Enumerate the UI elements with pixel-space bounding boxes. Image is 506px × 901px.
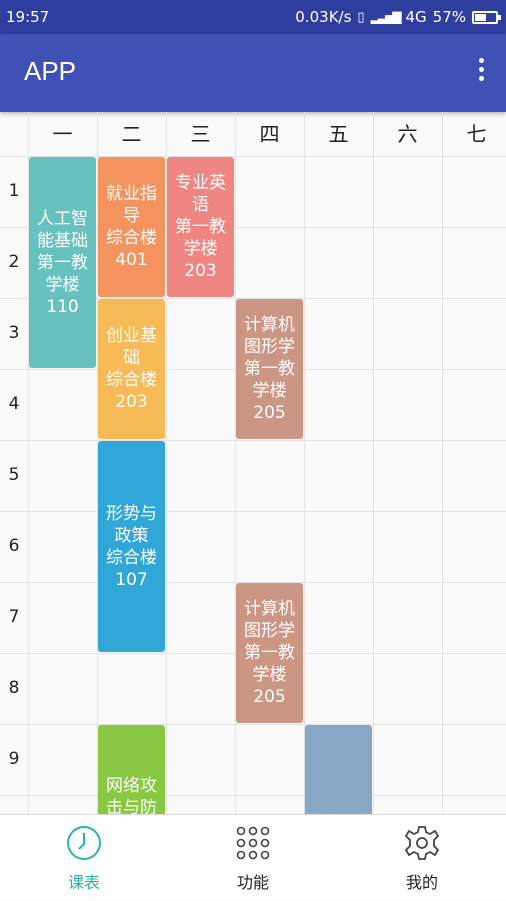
course-text: 计算机 图形学 第一教 学楼205 [237,314,302,424]
course-text: 网络攻 击与防 [106,775,157,814]
day-header: 三 [190,122,211,146]
network-speed: 0.03K/s [295,8,352,26]
course-text: 形势与 政策 综合楼 107 [106,503,157,591]
period-number: 9 [8,749,20,769]
course-text-line: 计算机 [244,599,295,619]
day-header: 二 [121,122,142,146]
course-text-line: 综合楼 [106,547,157,568]
period-number: 6 [8,536,20,556]
period-number: 3 [8,323,20,343]
nav-label-functions: 功能 [236,873,269,892]
course-text-line: 综合楼 [106,228,157,248]
nav-item-functions[interactable]: 功能 [169,815,337,901]
course-text-line: 网络攻 [106,776,157,796]
day-header: 四 [259,122,280,146]
nav-label-schedule: 课表 [67,873,100,892]
course-text: 创业基础综合楼 203 [106,325,157,413]
vibrate-icon: ▯ [357,9,365,25]
app-title: APP [24,56,77,86]
course-text-line: 专业英 [175,173,226,193]
course-text-line: 语 [192,195,209,215]
nav-item-schedule[interactable]: 课表 [0,815,168,901]
course-block[interactable]: 网络攻 击与防 [98,725,165,814]
course-text-line: 图形学 [244,337,295,357]
grid-row-line [0,795,506,796]
day-header: 一 [52,122,73,146]
course-text-line: 学楼203 [183,239,218,281]
course-text-line: 综合楼 [106,370,157,390]
course-text-line: 创业基 [106,326,157,346]
app-bar: APP [0,34,506,112]
status-right: 0.03K/s ▯ ▂▃▅▇ 4G 57% [295,8,501,26]
nav-item-profile[interactable]: 我的 [338,815,506,901]
course-text: 计算机 图形学 第一教 学楼205 [237,598,302,708]
course-text-line: 形势与 [106,503,157,524]
course-text-line: 401 [115,250,148,270]
day-header: 六 [397,122,418,146]
period-number: 8 [8,678,20,698]
grid-row-line [0,440,506,441]
course-text-line: 第一教 [244,643,295,663]
course-block[interactable]: 专业英语第一教 学楼203 [167,157,234,297]
course-text-line: 107 [115,569,148,590]
grid-row-line [0,511,506,512]
day-header: 七 [466,122,487,146]
course-text-line: 计算机 [244,315,295,335]
clock-icon [67,826,101,860]
course-text-line: 203 [115,392,148,412]
day-header: 五 [328,122,349,146]
grid-row-line [0,724,506,725]
course-text-line: 击与防 [106,798,157,814]
course-text-line: 人工智 [37,208,88,229]
course-block[interactable] [305,725,372,814]
course-text-line: 第一教 [175,217,226,237]
course-text: 就业指导综合楼 401 [106,183,157,271]
course-block[interactable]: 人工智 能基础 第一教 学楼110 [29,157,96,368]
grid-col-line [442,112,443,814]
course-block[interactable]: 计算机 图形学 第一教 学楼205 [236,299,303,439]
course-text-line: 础 [123,348,140,368]
status-time: 19:57 [6,8,50,26]
course-text-line: 第一教 [37,252,88,273]
gear-icon [404,826,440,860]
course-text-line: 第一教 [244,359,295,379]
course-block[interactable]: 形势与 政策 综合楼 107 [98,441,165,652]
battery-percent: 57% [432,8,466,26]
course-text-line: 学楼110 [45,274,80,317]
course-text: 人工智 能基础 第一教 学楼110 [30,208,95,318]
more-vert-icon[interactable] [474,58,488,88]
battery-icon [472,10,501,24]
bottom-navigation: 课表 功能 我的 [0,814,506,900]
course-block[interactable]: 计算机 图形学 第一教 学楼205 [236,583,303,723]
course-text-line: 学楼205 [252,665,287,707]
period-number: 7 [8,607,20,627]
grid-dots-icon [236,826,270,860]
network-type: 4G [405,8,427,26]
period-number: 2 [8,252,20,272]
course-text-line: 学楼205 [252,381,287,423]
course-text-line: 图形学 [244,621,295,641]
course-text-line: 就业指 [106,184,157,204]
grid-col-line [304,112,305,814]
battery-fill [475,13,487,21]
period-number: 1 [8,181,20,201]
status-bar: 19:57 0.03K/s ▯ ▂▃▅▇ 4G 57% [0,0,506,34]
course-block[interactable]: 就业指导综合楼 401 [98,157,165,297]
course-block[interactable]: 创业基础综合楼 203 [98,299,165,439]
period-number: 5 [8,465,20,485]
signal-icon: ▂▃▅▇ [370,10,402,24]
course-text-line: 能基础 [37,230,88,251]
course-text-line: 政策 [114,525,149,546]
course-text-line: 导 [123,206,140,226]
period-number: 4 [8,394,20,414]
course-text: 专业英语第一教 学楼203 [168,172,233,282]
timetable-grid: 一二三四五六七 1 2 3 4 5 6 7 8 9 人工智 能基础 第一教 学楼110 就业指导综合楼 401… [0,112,506,814]
grid-col-line [373,112,374,814]
nav-label-profile: 我的 [405,873,438,892]
